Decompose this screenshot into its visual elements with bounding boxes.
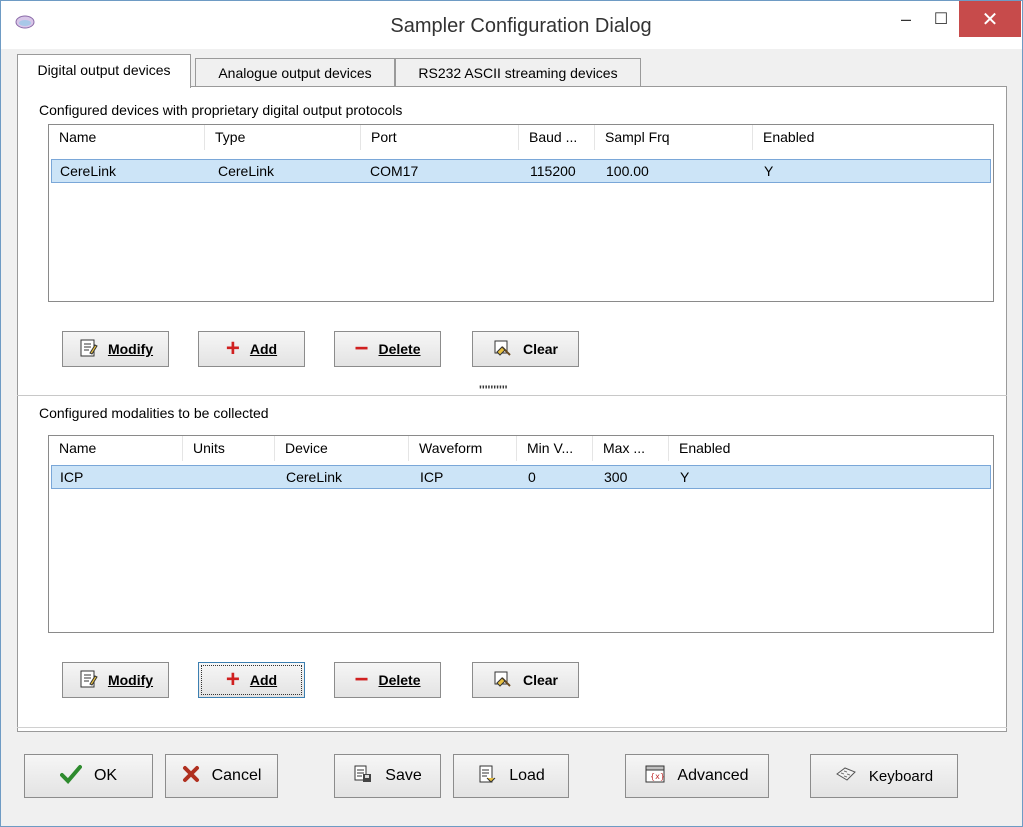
column-header-waveform[interactable]: Waveform xyxy=(409,436,517,461)
minus-icon: − xyxy=(354,335,369,362)
cell-max: 300 xyxy=(604,469,628,485)
column-header-name[interactable]: Name xyxy=(49,125,205,150)
cell-name: ICP xyxy=(60,469,84,485)
modalities-list-header: Name Units Device Waveform Min V... Max … xyxy=(49,436,993,461)
advanced-label: Advanced xyxy=(677,767,749,784)
keyboard-label: Keyboard xyxy=(868,767,934,785)
cell-device: CereLink xyxy=(286,469,343,485)
modalities-list[interactable]: Name Units Device Waveform Min V... Max … xyxy=(48,435,994,633)
cell-enabled: Y xyxy=(680,469,690,485)
devices-delete-label: Delete xyxy=(378,341,421,357)
pane-splitter[interactable] xyxy=(17,395,1007,398)
devices-modify-label: Modify xyxy=(107,341,154,357)
cancel-label: Cancel xyxy=(211,767,262,784)
keyboard-icon xyxy=(835,766,857,786)
advanced-icon: {x} xyxy=(645,765,665,788)
column-header-device[interactable]: Device xyxy=(275,436,409,461)
checkmark-icon xyxy=(59,764,82,789)
cell-min-v: 0 xyxy=(528,469,536,485)
column-header-type[interactable]: Type xyxy=(205,125,361,150)
devices-delete-button[interactable]: − Delete xyxy=(334,331,441,367)
save-button[interactable]: Save xyxy=(334,754,441,798)
column-header-baud[interactable]: Baud ... xyxy=(519,125,595,150)
close-button[interactable]: ✕ xyxy=(959,1,1021,37)
devices-list-header: Name Type Port Baud ... Sampl Frq Enable… xyxy=(49,125,993,150)
devices-clear-button[interactable]: Clear xyxy=(472,331,579,367)
cell-units xyxy=(186,466,194,488)
plus-icon: + xyxy=(225,666,240,693)
minimize-button[interactable]: – xyxy=(886,1,926,37)
cell-waveform: ICP xyxy=(420,469,444,485)
save-label: Save xyxy=(385,767,422,784)
devices-add-label: Add xyxy=(249,341,278,357)
modalities-modify-button[interactable]: Modify xyxy=(62,662,169,698)
broom-icon xyxy=(493,669,513,692)
splitter-grip[interactable]: '''''''''' xyxy=(479,383,508,397)
load-label: Load xyxy=(509,767,545,784)
title-bar[interactable]: Sampler Configuration Dialog – ☐ ✕ xyxy=(1,1,1022,49)
broom-icon xyxy=(493,338,513,361)
tab-digital-output-devices[interactable]: Digital output devices xyxy=(17,54,191,88)
x-icon xyxy=(182,765,200,788)
cell-port: COM17 xyxy=(370,163,419,179)
modify-icon xyxy=(78,669,98,692)
modalities-modify-label: Modify xyxy=(107,672,154,688)
modalities-clear-button[interactable]: Clear xyxy=(472,662,579,698)
cell-sampl-frq: 100.00 xyxy=(606,163,649,179)
cell-baud: 115200 xyxy=(530,163,576,179)
save-icon xyxy=(353,764,373,789)
modalities-clear-label: Clear xyxy=(522,672,559,688)
window-title: Sampler Configuration Dialog xyxy=(390,15,652,37)
load-icon xyxy=(477,764,497,789)
load-button[interactable]: Load xyxy=(453,754,569,798)
modalities-section-label: Configured modalities to be collected xyxy=(39,405,269,421)
modalities-add-label: Add xyxy=(249,672,278,688)
column-header-min-v[interactable]: Min V... xyxy=(517,436,593,461)
ok-button[interactable]: OK xyxy=(24,754,153,798)
column-header-enabled[interactable]: Enabled xyxy=(753,125,991,150)
cell-name: CereLink xyxy=(60,163,117,179)
column-header-sampl-frq[interactable]: Sampl Frq xyxy=(595,125,753,150)
plus-icon: + xyxy=(225,335,240,362)
column-header-units[interactable]: Units xyxy=(183,436,275,461)
devices-add-button[interactable]: + Add xyxy=(198,331,305,367)
ok-label: OK xyxy=(93,767,118,784)
modalities-delete-label: Delete xyxy=(378,672,421,688)
table-row[interactable]: CereLink CereLink COM17 115200 100.00 Y xyxy=(51,159,991,183)
column-header-port[interactable]: Port xyxy=(361,125,519,150)
cancel-button[interactable]: Cancel xyxy=(165,754,278,798)
devices-list[interactable]: Name Type Port Baud ... Sampl Frq Enable… xyxy=(48,124,994,302)
sampler-config-window: Sampler Configuration Dialog – ☐ ✕ Digit… xyxy=(0,0,1023,827)
dialog-client: Digital output devices Analogue output d… xyxy=(1,49,1022,826)
devices-section-label: Configured devices with proprietary digi… xyxy=(39,102,403,118)
column-header-max[interactable]: Max ... xyxy=(593,436,669,461)
modalities-delete-button[interactable]: − Delete xyxy=(334,662,441,698)
keyboard-button[interactable]: Keyboard xyxy=(810,754,958,798)
column-header-name[interactable]: Name xyxy=(49,436,183,461)
cell-type: CereLink xyxy=(218,163,275,179)
tab-rs232-ascii-streaming-devices[interactable]: RS232 ASCII streaming devices xyxy=(395,58,641,86)
modify-icon xyxy=(78,338,98,361)
minus-icon: − xyxy=(354,666,369,693)
column-header-enabled[interactable]: Enabled xyxy=(669,436,991,461)
advanced-button[interactable]: {x} Advanced xyxy=(625,754,769,798)
tab-analogue-output-devices[interactable]: Analogue output devices xyxy=(195,58,395,86)
table-row[interactable]: ICP CereLink ICP 0 300 Y xyxy=(51,465,991,489)
devices-modify-button[interactable]: Modify xyxy=(62,331,169,367)
modalities-add-button[interactable]: + Add xyxy=(198,662,305,698)
devices-clear-label: Clear xyxy=(522,341,559,357)
cell-enabled: Y xyxy=(764,163,774,179)
svg-text:{x}: {x} xyxy=(650,772,665,781)
maximize-button[interactable]: ☐ xyxy=(926,1,956,37)
